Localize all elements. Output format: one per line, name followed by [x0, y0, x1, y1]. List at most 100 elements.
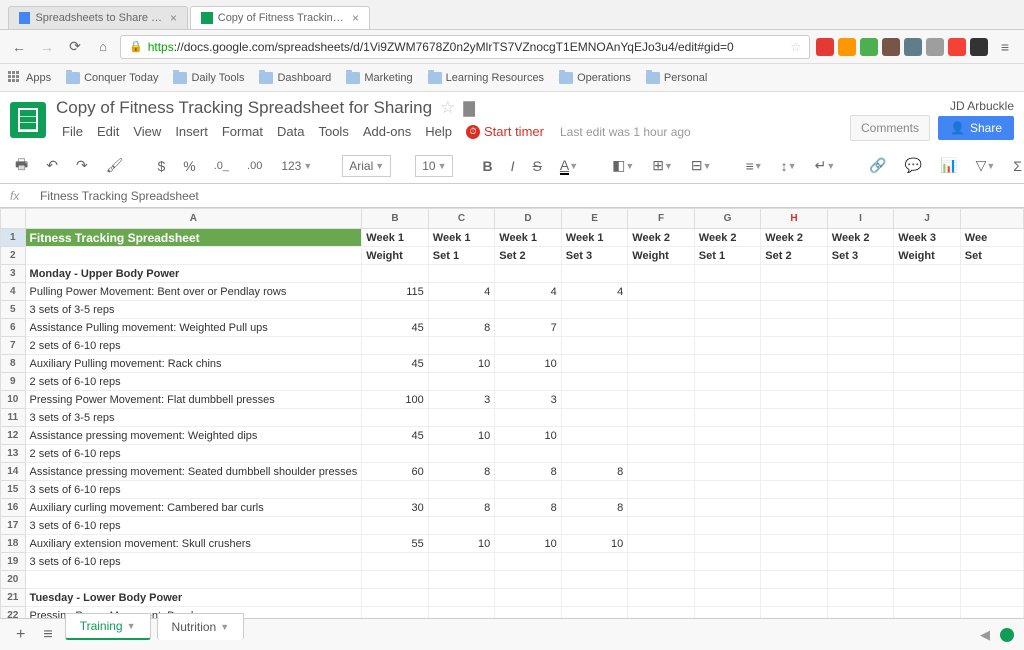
cell[interactable] — [761, 283, 828, 301]
row-header[interactable]: 7 — [1, 337, 26, 355]
cell[interactable] — [827, 481, 894, 499]
add-sheet-button[interactable]: + — [10, 623, 31, 647]
cell[interactable]: Weight — [894, 247, 961, 265]
cell[interactable] — [827, 283, 894, 301]
cell[interactable] — [694, 355, 761, 373]
extension-icon[interactable] — [838, 38, 856, 56]
increase-decimal-button[interactable]: .00 — [242, 156, 267, 176]
extension-icon[interactable] — [816, 38, 834, 56]
bookmark-item[interactable]: Marketing — [346, 72, 412, 84]
cell[interactable] — [694, 481, 761, 499]
cell[interactable] — [694, 391, 761, 409]
cell[interactable] — [362, 571, 429, 589]
row-header[interactable]: 2 — [1, 247, 26, 265]
row-header[interactable]: 1 — [1, 229, 26, 247]
row-header[interactable]: 19 — [1, 553, 26, 571]
cell[interactable] — [428, 589, 495, 607]
cell[interactable]: 8 — [428, 499, 495, 517]
cell[interactable]: 60 — [362, 463, 429, 481]
cell[interactable]: Week 1 — [495, 229, 562, 247]
cell[interactable] — [761, 409, 828, 427]
cell[interactable] — [628, 571, 695, 589]
menu-help[interactable]: Help — [419, 121, 458, 142]
cell[interactable] — [628, 355, 695, 373]
cell[interactable] — [428, 265, 495, 283]
cell[interactable] — [761, 463, 828, 481]
menu-edit[interactable]: Edit — [91, 121, 125, 142]
cell[interactable] — [628, 499, 695, 517]
cell[interactable] — [495, 337, 562, 355]
cell[interactable] — [628, 607, 695, 619]
cell[interactable] — [761, 553, 828, 571]
formula-input[interactable]: Fitness Tracking Spreadsheet — [40, 189, 1014, 203]
cell[interactable] — [495, 571, 562, 589]
cell[interactable]: Pressing Power Movement: Flat dumbbell p… — [25, 391, 362, 409]
cell[interactable] — [827, 535, 894, 553]
cell[interactable] — [894, 391, 961, 409]
cell[interactable] — [960, 427, 1023, 445]
menu-format[interactable]: Format — [216, 121, 269, 142]
cell[interactable] — [827, 517, 894, 535]
cell[interactable] — [628, 445, 695, 463]
text-wrap-button[interactable]: ↵▼ — [810, 153, 841, 178]
cell[interactable] — [428, 445, 495, 463]
cell[interactable] — [628, 463, 695, 481]
cell[interactable]: 3 — [495, 391, 562, 409]
cell[interactable] — [694, 499, 761, 517]
sheet-tab[interactable]: Nutrition ▼ — [157, 613, 245, 640]
cell[interactable] — [428, 301, 495, 319]
cell[interactable]: 2 sets of 6-10 reps — [25, 373, 362, 391]
cell[interactable]: Week 3 — [894, 229, 961, 247]
menu-tools[interactable]: Tools — [312, 121, 354, 142]
cell[interactable] — [428, 517, 495, 535]
cell[interactable] — [761, 265, 828, 283]
reload-button[interactable]: ⟳ — [64, 36, 86, 58]
cell[interactable] — [628, 409, 695, 427]
column-header[interactable]: A — [25, 209, 362, 229]
cell[interactable]: 10 — [561, 535, 628, 553]
cell[interactable] — [628, 319, 695, 337]
cell[interactable] — [894, 337, 961, 355]
cell[interactable]: 10 — [428, 355, 495, 373]
cell[interactable]: Week 2 — [761, 229, 828, 247]
cell[interactable]: 8 — [428, 319, 495, 337]
merge-cells-button[interactable]: ⊟▼ — [686, 153, 717, 178]
cell[interactable]: Assistance Pulling movement: Weighted Pu… — [25, 319, 362, 337]
cell[interactable] — [960, 553, 1023, 571]
cell[interactable] — [960, 337, 1023, 355]
filter-button[interactable]: ▽▼ — [971, 153, 1001, 178]
cell[interactable]: 3 sets of 6-10 reps — [25, 481, 362, 499]
cell[interactable]: Week 1 — [362, 229, 429, 247]
extension-icon[interactable] — [970, 38, 988, 56]
sheet-tab[interactable]: Training ▼ — [65, 613, 151, 640]
cell[interactable]: 45 — [362, 355, 429, 373]
cell[interactable] — [894, 283, 961, 301]
cell[interactable] — [628, 265, 695, 283]
cell[interactable] — [894, 427, 961, 445]
cell[interactable]: 2 sets of 6-10 reps — [25, 337, 362, 355]
cell[interactable]: 8 — [495, 463, 562, 481]
print-icon[interactable]: 🖶 — [10, 150, 33, 182]
cell[interactable] — [960, 301, 1023, 319]
cell[interactable] — [561, 517, 628, 535]
cell[interactable] — [960, 589, 1023, 607]
row-header[interactable]: 15 — [1, 481, 26, 499]
cell[interactable] — [428, 481, 495, 499]
browser-menu-button[interactable]: ≡ — [994, 36, 1016, 58]
cell[interactable] — [761, 319, 828, 337]
all-sheets-button[interactable]: ≡ — [37, 623, 58, 647]
cell[interactable] — [694, 571, 761, 589]
cell[interactable] — [827, 589, 894, 607]
cell[interactable]: Auxiliary Pulling movement: Rack chins — [25, 355, 362, 373]
extension-icon[interactable] — [882, 38, 900, 56]
cell[interactable] — [761, 355, 828, 373]
spreadsheet-grid[interactable]: ABCDEFGHIJ1Fitness Tracking SpreadsheetW… — [0, 208, 1024, 618]
cell[interactable] — [628, 337, 695, 355]
cell[interactable]: 8 — [561, 463, 628, 481]
cell[interactable]: 8 — [561, 499, 628, 517]
cell[interactable]: 7 — [495, 319, 562, 337]
cell[interactable] — [827, 373, 894, 391]
cell[interactable] — [960, 409, 1023, 427]
row-header[interactable]: 4 — [1, 283, 26, 301]
cell[interactable] — [628, 373, 695, 391]
